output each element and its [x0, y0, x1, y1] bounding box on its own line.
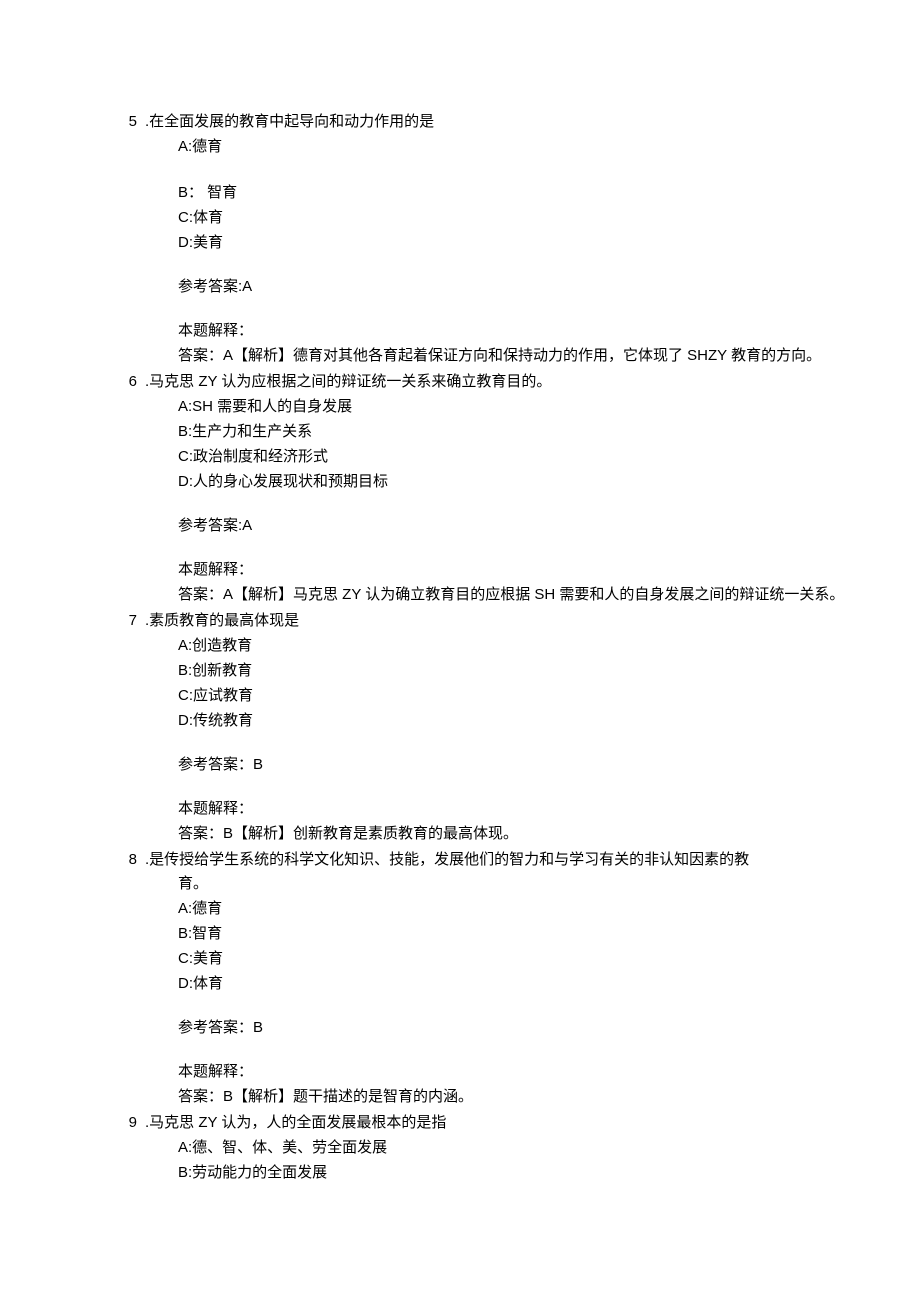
stem-text: 素质教育的最高体现是	[149, 612, 299, 629]
explain-block: 本题解释： 答案：A【解析】德育对其他各育起着保证方向和保持动力的作用，它体现了…	[178, 319, 880, 368]
explain-text: 答案：A【解析】德育对其他各育起着保证方向和保持动力的作用，它体现了 SHZY …	[178, 344, 880, 368]
explain-label: 本题解释：	[178, 319, 880, 343]
options-block: A:SH 需要和人的自身发展 B:生产力和生产关系 C:政治制度和经济形式 D:…	[178, 395, 880, 494]
explain-block: 本题解释： 答案：B【解析】创新教育是素质教育的最高体现。	[178, 797, 880, 846]
option-d: D:体育	[178, 972, 880, 996]
answer-block: 参考答案：B	[178, 753, 880, 777]
question-stem: .马克思 ZY 认为，人的全面发展最根本的是指	[145, 1111, 880, 1135]
question-row: 9 .马克思 ZY 认为，人的全面发展最根本的是指	[40, 1111, 880, 1135]
stem-text: 在全面发展的教育中起导向和动力作用的是	[149, 113, 434, 130]
option-d: D:美育	[178, 231, 880, 255]
stem-text: 马克思 ZY 认为应根据之间的辩证统一关系来确立教育目的。	[149, 373, 551, 390]
number-text: 7	[129, 612, 137, 629]
question-stem: .在全面发展的教育中起导向和动力作用的是	[145, 110, 880, 134]
option-c: C:美育	[178, 947, 880, 971]
number-text: 6	[129, 373, 137, 390]
question-stem: .素质教育的最高体现是	[145, 609, 880, 633]
option-c: C:体育	[178, 206, 880, 230]
answer-block: 参考答案:A	[178, 275, 880, 299]
option-d: D:传统教育	[178, 709, 880, 733]
explain-label: 本题解释：	[178, 797, 880, 821]
option-a: A:德、智、体、美、劳全面发展	[178, 1136, 880, 1160]
explain-text: 答案：B【解析】题干描述的是智育的内涵。	[178, 1085, 880, 1109]
answer-block: 参考答案:A	[178, 514, 880, 538]
options-block: A:德育 B:智育 C:美育 D:体育	[178, 897, 880, 996]
number-text: 5	[129, 113, 137, 130]
stem-text: 马克思 ZY 认为，人的全面发展最根本的是指	[149, 1114, 446, 1131]
question-row: 6 .马克思 ZY 认为应根据之间的辩证统一关系来确立教育目的。	[40, 370, 880, 394]
option-a: A:SH 需要和人的自身发展	[178, 395, 880, 419]
question-number: 9	[115, 1111, 145, 1135]
option-b: B:劳动能力的全面发展	[178, 1161, 880, 1185]
answer-block: 参考答案：B	[178, 1016, 880, 1040]
option-blank	[178, 160, 880, 180]
question-stem: .是传授给学生系统的科学文化知识、技能，发展他们的智力和与学习有关的非认知因素的…	[145, 848, 880, 872]
option-a: A:德育	[178, 135, 880, 159]
question-6: 6 .马克思 ZY 认为应根据之间的辩证统一关系来确立教育目的。 A:SH 需要…	[40, 370, 880, 607]
question-row: 5 .在全面发展的教育中起导向和动力作用的是	[40, 110, 880, 134]
option-a: A:创造教育	[178, 634, 880, 658]
options-block: A:德、智、体、美、劳全面发展 B:劳动能力的全面发展	[178, 1136, 880, 1185]
question-row: 7 .素质教育的最高体现是	[40, 609, 880, 633]
question-number: 8	[115, 848, 145, 872]
option-b: B:智育	[178, 922, 880, 946]
question-5: 5 .在全面发展的教育中起导向和动力作用的是 A:德育 B： 智育 C:体育 D…	[40, 110, 880, 368]
options-block: A:创造教育 B:创新教育 C:应试教育 D:传统教育	[178, 634, 880, 733]
question-7: 7 .素质教育的最高体现是 A:创造教育 B:创新教育 C:应试教育 D:传统教…	[40, 609, 880, 846]
option-b: B:创新教育	[178, 659, 880, 683]
answer-label: 参考答案:A	[178, 278, 252, 295]
options-block: A:德育 B： 智育 C:体育 D:美育	[178, 135, 880, 255]
question-number: 6	[115, 370, 145, 394]
number-text: 8	[129, 851, 137, 868]
number-text: 9	[129, 1114, 137, 1131]
explain-label: 本题解释：	[178, 1060, 880, 1084]
explain-text: 答案：B【解析】创新教育是素质教育的最高体现。	[178, 822, 880, 846]
question-number: 5	[115, 110, 145, 134]
option-b: B： 智育	[178, 181, 880, 205]
question-row: 8 .是传授给学生系统的科学文化知识、技能，发展他们的智力和与学习有关的非认知因…	[40, 848, 880, 872]
question-9: 9 .马克思 ZY 认为，人的全面发展最根本的是指 A:德、智、体、美、劳全面发…	[40, 1111, 880, 1185]
explain-block: 本题解释： 答案：A【解析】马克思 ZY 认为确立教育目的应根据 SH 需要和人…	[178, 558, 880, 607]
answer-label: 参考答案：B	[178, 756, 263, 773]
stem-continuation: 育。	[178, 872, 880, 896]
stem-text: 是传授给学生系统的科学文化知识、技能，发展他们的智力和与学习有关的非认知因素的教	[149, 851, 749, 868]
option-c: C:政治制度和经济形式	[178, 445, 880, 469]
option-b: B:生产力和生产关系	[178, 420, 880, 444]
option-d: D:人的身心发展现状和预期目标	[178, 470, 880, 494]
explain-text: 答案：A【解析】马克思 ZY 认为确立教育目的应根据 SH 需要和人的自身发展之…	[178, 583, 880, 607]
option-a: A:德育	[178, 897, 880, 921]
explain-block: 本题解释： 答案：B【解析】题干描述的是智育的内涵。	[178, 1060, 880, 1109]
option-c: C:应试教育	[178, 684, 880, 708]
explain-label: 本题解释：	[178, 558, 880, 582]
question-stem: .马克思 ZY 认为应根据之间的辩证统一关系来确立教育目的。	[145, 370, 880, 394]
answer-label: 参考答案:A	[178, 517, 252, 534]
question-number: 7	[115, 609, 145, 633]
answer-label: 参考答案：B	[178, 1019, 263, 1036]
question-8: 8 .是传授给学生系统的科学文化知识、技能，发展他们的智力和与学习有关的非认知因…	[40, 848, 880, 1109]
